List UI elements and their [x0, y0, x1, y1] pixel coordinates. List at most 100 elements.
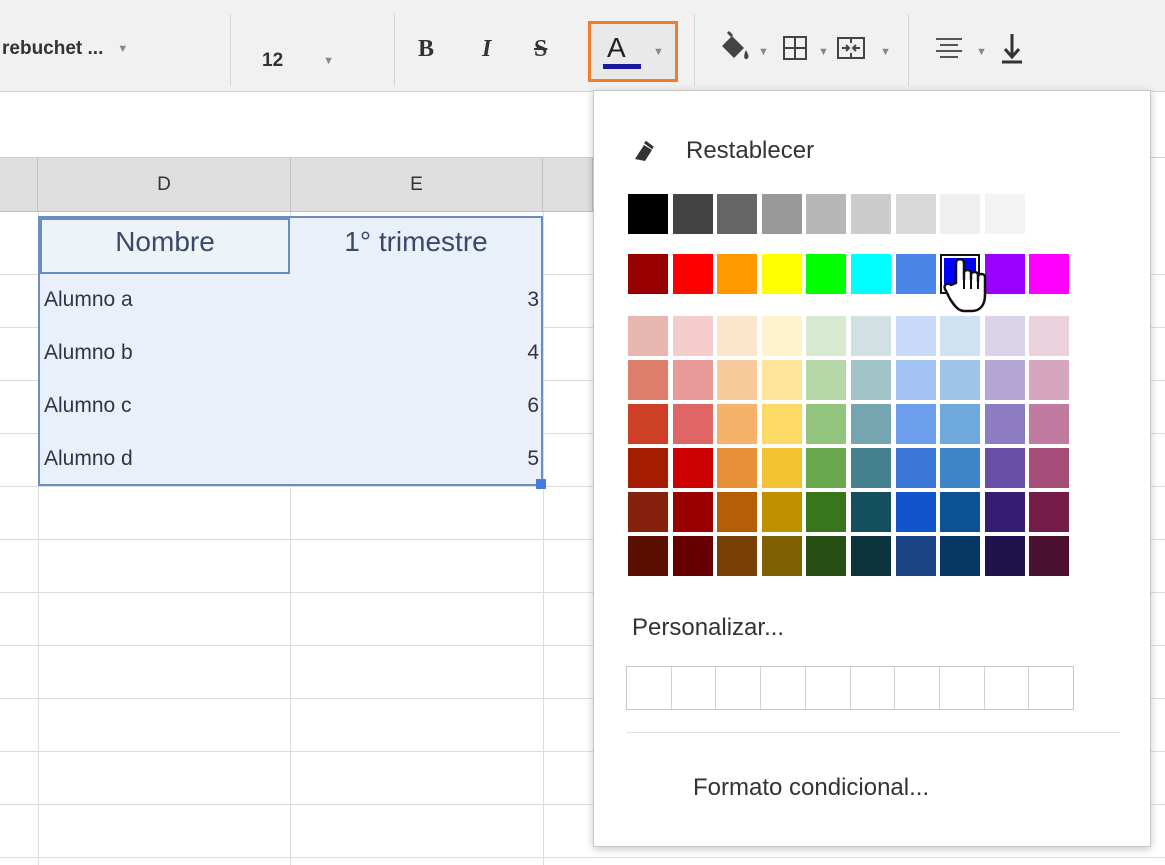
bright-swatch[interactable]	[717, 254, 757, 294]
cell-value[interactable]: 3	[291, 288, 539, 312]
shade-swatch[interactable]	[806, 404, 846, 444]
custom-color-slot[interactable]	[851, 667, 896, 709]
borders-icon[interactable]	[782, 35, 808, 61]
shade-swatch[interactable]	[717, 360, 757, 400]
shade-swatch[interactable]	[673, 448, 713, 488]
custom-color-slot[interactable]	[672, 667, 717, 709]
shade-swatch[interactable]	[985, 492, 1025, 532]
shade-swatch[interactable]	[851, 404, 891, 444]
shade-swatch[interactable]	[851, 360, 891, 400]
shade-swatch[interactable]	[985, 448, 1025, 488]
shade-swatch[interactable]	[896, 536, 936, 576]
custom-color-slot[interactable]	[716, 667, 762, 709]
custom-color-link[interactable]: Personalizar...	[632, 614, 784, 642]
cell-value[interactable]: 5	[291, 447, 539, 471]
shade-swatch[interactable]	[1029, 448, 1069, 488]
gray-swatch[interactable]	[985, 194, 1025, 234]
shade-swatch[interactable]	[985, 316, 1025, 356]
merge-cells-icon[interactable]	[836, 36, 866, 60]
shade-swatch[interactable]	[673, 492, 713, 532]
shade-swatch[interactable]	[985, 360, 1025, 400]
shade-swatch[interactable]	[940, 360, 980, 400]
shade-swatch[interactable]	[762, 448, 802, 488]
conditional-format-link[interactable]: Formato condicional...	[693, 774, 929, 802]
shade-swatch[interactable]	[628, 404, 668, 444]
shade-swatch[interactable]	[717, 536, 757, 576]
cell-name[interactable]: Alumno b	[44, 341, 133, 365]
shade-swatch[interactable]	[717, 448, 757, 488]
custom-color-slot[interactable]	[627, 667, 672, 709]
custom-color-slot[interactable]	[895, 667, 940, 709]
cell-value[interactable]: 4	[291, 341, 539, 365]
shade-swatch[interactable]	[806, 316, 846, 356]
shade-swatch[interactable]	[762, 360, 802, 400]
shade-swatch[interactable]	[896, 448, 936, 488]
reset-color-button[interactable]: Restablecer	[632, 137, 814, 165]
shade-swatch[interactable]	[717, 404, 757, 444]
cell-name[interactable]: Alumno c	[44, 394, 132, 418]
gray-swatch[interactable]	[940, 194, 980, 234]
cell-value[interactable]: 6	[291, 394, 539, 418]
shade-swatch[interactable]	[851, 448, 891, 488]
gray-swatch[interactable]	[896, 194, 936, 234]
column-header-d[interactable]: D	[38, 158, 291, 212]
shade-swatch[interactable]	[851, 536, 891, 576]
custom-color-slot[interactable]	[1029, 667, 1073, 709]
shade-swatch[interactable]	[940, 536, 980, 576]
column-header-f[interactable]	[543, 158, 593, 212]
column-header-e[interactable]: E	[291, 158, 543, 212]
gray-swatch[interactable]	[628, 194, 668, 234]
gray-swatch[interactable]	[673, 194, 713, 234]
vertical-align-icon[interactable]	[1000, 32, 1024, 66]
strikethrough-button[interactable]: S	[534, 36, 547, 63]
bright-swatch[interactable]	[896, 254, 936, 294]
shade-swatch[interactable]	[896, 360, 936, 400]
shade-swatch[interactable]	[940, 316, 980, 356]
shade-swatch[interactable]	[673, 536, 713, 576]
align-icon[interactable]	[934, 36, 964, 60]
shade-swatch[interactable]	[673, 316, 713, 356]
shade-swatch[interactable]	[762, 316, 802, 356]
shade-swatch[interactable]	[806, 492, 846, 532]
shade-swatch[interactable]	[806, 448, 846, 488]
shade-swatch[interactable]	[806, 536, 846, 576]
shade-swatch[interactable]	[896, 404, 936, 444]
bright-swatch[interactable]	[851, 254, 891, 294]
fill-color-icon[interactable]	[716, 30, 752, 64]
gray-swatch[interactable]	[851, 194, 891, 234]
custom-color-slot[interactable]	[761, 667, 806, 709]
shade-swatch[interactable]	[806, 360, 846, 400]
shade-swatch[interactable]	[1029, 492, 1069, 532]
shade-swatch[interactable]	[717, 492, 757, 532]
shade-swatch[interactable]	[628, 536, 668, 576]
shade-swatch[interactable]	[762, 492, 802, 532]
shade-swatch[interactable]	[1029, 536, 1069, 576]
shade-swatch[interactable]	[896, 316, 936, 356]
shade-swatch[interactable]	[762, 536, 802, 576]
cell-d-header[interactable]: Nombre	[40, 226, 290, 258]
bright-swatch[interactable]	[806, 254, 846, 294]
shade-swatch[interactable]	[673, 404, 713, 444]
text-color-button[interactable]: A ▼	[588, 21, 678, 82]
shade-swatch[interactable]	[1029, 316, 1069, 356]
bright-swatch[interactable]	[1029, 254, 1069, 294]
custom-color-slot[interactable]	[985, 667, 1030, 709]
shade-swatch[interactable]	[717, 316, 757, 356]
shade-swatch[interactable]	[985, 536, 1025, 576]
bright-swatch[interactable]	[762, 254, 802, 294]
shade-swatch[interactable]	[628, 492, 668, 532]
shade-swatch[interactable]	[940, 492, 980, 532]
shade-swatch[interactable]	[628, 448, 668, 488]
fill-handle[interactable]	[536, 479, 546, 489]
italic-button[interactable]: I	[482, 36, 491, 63]
shade-swatch[interactable]	[762, 404, 802, 444]
cell-name[interactable]: Alumno d	[44, 447, 133, 471]
shade-swatch[interactable]	[896, 492, 936, 532]
custom-color-slot[interactable]	[940, 667, 985, 709]
shade-swatch[interactable]	[628, 360, 668, 400]
bold-button[interactable]: B	[418, 36, 434, 63]
shade-swatch[interactable]	[940, 404, 980, 444]
bright-swatch[interactable]	[628, 254, 668, 294]
shade-swatch[interactable]	[985, 404, 1025, 444]
font-size-dropdown[interactable]: 12 ▼	[262, 50, 334, 72]
